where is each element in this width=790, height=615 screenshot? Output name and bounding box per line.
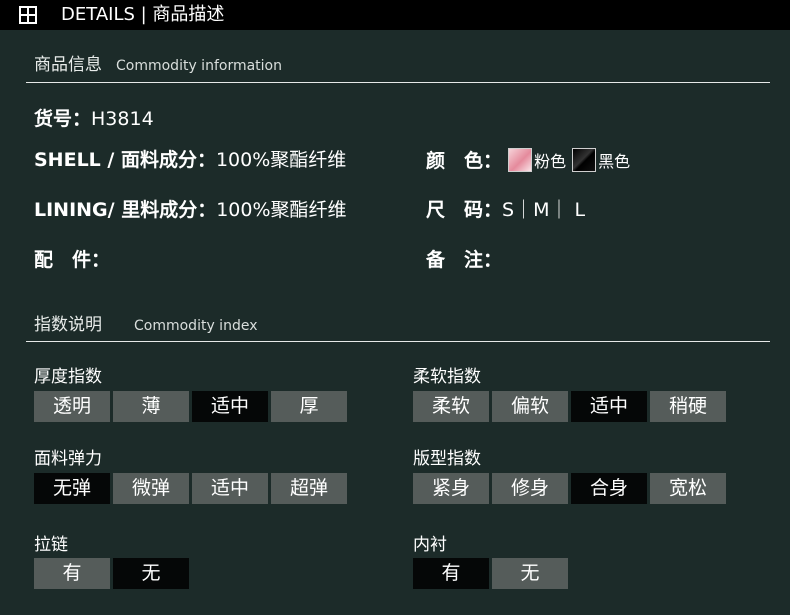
black-swatch[interactable] — [572, 148, 597, 172]
softness-label: 柔软指数 — [413, 367, 481, 387]
divider — [26, 341, 770, 342]
grid-icon — [19, 6, 37, 24]
fit-option[interactable]: 修身 — [492, 473, 568, 504]
softness-option[interactable]: 柔软 — [413, 391, 489, 422]
lining-material-row: LINING/ 里料成分：100%聚酯纤维 — [34, 198, 347, 222]
color-label: 颜 色： — [426, 150, 503, 172]
shell-label: SHELL / 面料成分： — [34, 149, 216, 171]
size-row: 尺 码：S｜M｜ L — [426, 198, 585, 222]
remark-row: 备 注： — [426, 248, 502, 272]
fit-option[interactable]: 紧身 — [413, 473, 489, 504]
color-row: 颜 色： 粉色 黑色 — [426, 148, 636, 174]
pink-swatch[interactable] — [508, 148, 533, 172]
section-title-zh: 商品信息 — [34, 55, 102, 75]
fit-option[interactable]: 宽松 — [650, 473, 726, 504]
elasticity-options: 无弹 微弹 适中 超弹 — [34, 473, 347, 504]
softness-option[interactable]: 稍硬 — [650, 391, 726, 422]
size-value: S｜M｜ L — [502, 199, 586, 221]
thickness-option[interactable]: 透明 — [34, 391, 110, 422]
accessories-label: 配 件： — [34, 249, 111, 271]
softness-option[interactable]: 适中 — [571, 391, 647, 422]
item-number-row: 货号：H3814 — [34, 107, 154, 131]
divider — [26, 82, 770, 83]
zipper-options: 有 无 — [34, 558, 189, 589]
elasticity-label: 面料弹力 — [34, 449, 102, 469]
thickness-options: 透明 薄 适中 厚 — [34, 391, 347, 422]
size-label: 尺 码： — [426, 199, 503, 221]
elasticity-option[interactable]: 超弹 — [271, 473, 347, 504]
lining-value: 100%聚酯纤维 — [216, 199, 347, 221]
item-number-label: 货号： — [34, 108, 92, 130]
shell-row: SHELL / 面料成分：100%聚酯纤维 — [34, 148, 346, 172]
fit-label: 版型指数 — [413, 449, 481, 469]
zipper-option[interactable]: 无 — [113, 558, 189, 589]
section-title-en: Commodity information — [116, 58, 282, 74]
thickness-option[interactable]: 厚 — [271, 391, 347, 422]
elasticity-option[interactable]: 微弹 — [113, 473, 189, 504]
remark-label: 备 注： — [426, 249, 503, 271]
index-title-en: Commodity index — [134, 318, 258, 334]
zipper-option[interactable]: 有 — [34, 558, 110, 589]
top-bar: DETAILS | 商品描述 — [0, 0, 790, 30]
section-header-index: 指数说明 Commodity index — [34, 310, 257, 335]
index-title-zh: 指数说明 — [34, 315, 102, 335]
lining-label: LINING/ 里料成分： — [34, 199, 217, 221]
inner-lining-option[interactable]: 无 — [492, 558, 568, 589]
item-number-value: H3814 — [91, 108, 154, 130]
page-title: DETAILS | 商品描述 — [61, 4, 225, 25]
accessories-row: 配 件： — [34, 248, 110, 272]
softness-options: 柔软 偏软 适中 稍硬 — [413, 391, 726, 422]
fit-options: 紧身 修身 合身 宽松 — [413, 473, 726, 504]
zipper-label: 拉链 — [34, 535, 68, 555]
shell-value: 100%聚酯纤维 — [215, 149, 347, 171]
color-option-pink[interactable]: 粉色 — [534, 152, 566, 171]
thickness-label: 厚度指数 — [34, 367, 102, 387]
elasticity-option[interactable]: 适中 — [192, 473, 268, 504]
inner-lining-label: 内衬 — [413, 535, 447, 555]
softness-option[interactable]: 偏软 — [492, 391, 568, 422]
color-option-black[interactable]: 黑色 — [598, 152, 630, 171]
section-header-info: 商品信息 Commodity information — [34, 50, 282, 75]
thickness-option[interactable]: 薄 — [113, 391, 189, 422]
fit-option[interactable]: 合身 — [571, 473, 647, 504]
inner-lining-option[interactable]: 有 — [413, 558, 489, 589]
elasticity-option[interactable]: 无弹 — [34, 473, 110, 504]
inner-lining-options: 有 无 — [413, 558, 568, 589]
thickness-option[interactable]: 适中 — [192, 391, 268, 422]
